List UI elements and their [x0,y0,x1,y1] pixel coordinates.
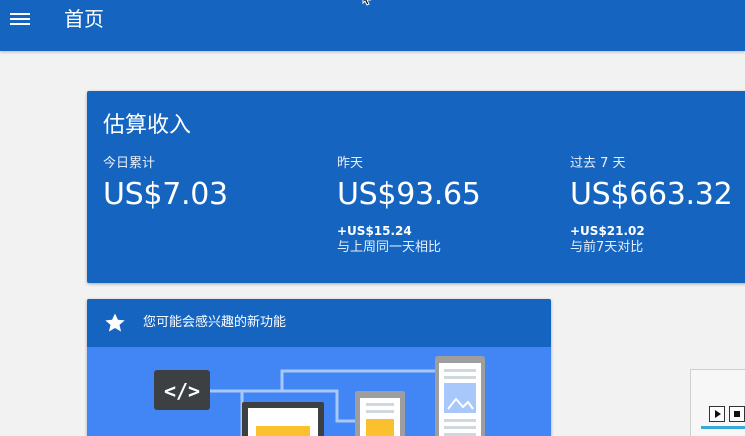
play-icon[interactable] [709,406,725,422]
laptop-ad-block [256,426,310,436]
stat-value: US$7.03 [103,177,228,212]
phone-text-line [444,426,476,429]
app-bar: 首页 [0,0,745,51]
stat-last-7-days: 过去 7 天 US$663.32 +US$21.02 与前7天对比 [570,155,733,257]
code-badge-text: </> [164,379,200,403]
stat-label: 昨天 [337,156,364,171]
features-header: 您可能会感兴趣的新功能 [87,299,551,347]
floating-control-panel [690,369,745,436]
star-icon [105,313,125,332]
stat-today: 今日累计 US$7.03 [103,155,228,215]
stat-value: US$663.32 [570,177,733,212]
stat-yesterday: 昨天 US$93.65 +US$15.24 与上周同一天相比 [337,155,481,257]
menu-icon-bar [10,18,30,20]
stop-icon[interactable] [729,406,745,422]
mouse-cursor-icon [362,0,372,6]
stat-compare: 与上周同一天相比 [337,240,442,255]
tablet-text-line [366,410,394,413]
estimated-earnings-card[interactable]: 估算收入 今日累计 US$7.03 昨天 US$93.65 +US$15.24 … [87,91,745,283]
stat-compare: 与前7天对比 [570,240,644,255]
stat-label: 今日累计 [103,156,156,171]
tablet-ad-block [366,419,394,436]
phone-text-line [444,419,476,422]
features-illustration: </> [154,356,485,436]
stat-label: 过去 7 天 [570,156,626,171]
menu-icon[interactable] [8,7,32,31]
features-title: 您可能会感兴趣的新功能 [143,315,287,330]
stat-delta: +US$21.02 [570,224,645,238]
menu-icon-bar [10,23,30,25]
connector-line [210,389,244,436]
phone-text-line [444,376,476,379]
phone-text-line [444,369,476,372]
page-title: 首页 [64,7,104,31]
menu-icon-bar [10,13,30,15]
new-features-card[interactable]: 您可能会感兴趣的新功能 </> [87,299,551,436]
earnings-title: 估算收入 [103,113,192,138]
connector-line [280,369,437,391]
panel-rail [701,426,745,429]
tablet-text-line [366,403,394,406]
stat-value: US$93.65 [337,177,481,212]
stat-delta: +US$15.24 [337,224,412,238]
